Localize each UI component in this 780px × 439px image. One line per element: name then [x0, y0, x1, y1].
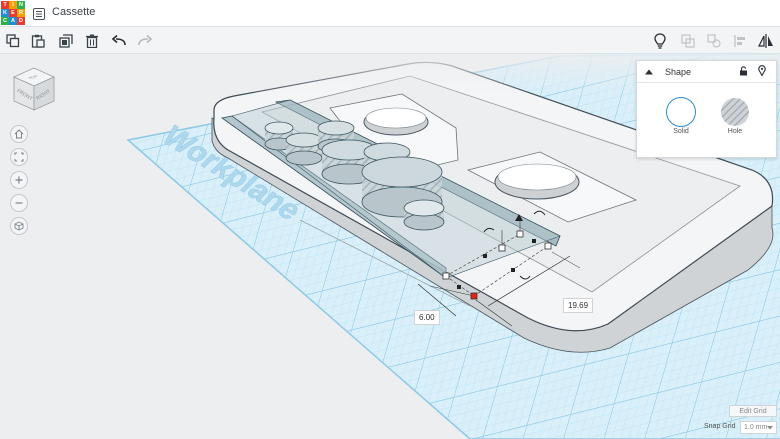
logo-letter: R	[17, 9, 25, 17]
top-bar: TINKERCAD Cassette	[0, 0, 780, 27]
edit-grid-button[interactable]: Edit Grid	[729, 405, 777, 417]
hole-cylinder[interactable]	[285, 132, 323, 166]
tinkercad-logo[interactable]: TINKERCAD	[1, 1, 26, 26]
hole-option[interactable]	[720, 97, 750, 127]
snap-grid-label: Snap Grid	[704, 423, 736, 430]
logo-letter: N	[17, 1, 25, 9]
hole-pattern-icon	[721, 98, 749, 126]
shape-panel-title: Shape	[665, 67, 692, 77]
mirror-icon[interactable]	[756, 31, 776, 50]
width-dimension-label[interactable]: 6.00	[414, 310, 440, 325]
resize-handle[interactable]	[544, 242, 552, 250]
group-icon[interactable]	[678, 31, 698, 50]
midpoint-handle[interactable]	[511, 268, 515, 272]
logo-letter: I	[9, 1, 17, 9]
snap-grid-value: 1.0 mm	[744, 424, 768, 431]
delete-icon[interactable]	[82, 31, 102, 50]
logo-letter: C	[1, 17, 9, 25]
edit-toolbar	[0, 27, 780, 54]
ungroup-icon[interactable]	[704, 31, 724, 50]
hole-cylinder[interactable]	[403, 199, 445, 231]
lock-icon[interactable]	[739, 66, 748, 76]
resize-handle-active[interactable]	[470, 292, 478, 300]
collapse-caret-icon[interactable]	[644, 68, 654, 76]
logo-letter: T	[1, 1, 9, 9]
copy-icon[interactable]	[3, 31, 23, 50]
shape-inspector-panel: Shape Solid Hole	[636, 60, 777, 158]
light-bulb-icon[interactable]	[650, 31, 670, 50]
align-icon[interactable]	[730, 31, 750, 50]
paste-icon[interactable]	[28, 31, 48, 50]
zoom-in-icon[interactable]	[10, 171, 28, 189]
logo-letter: K	[1, 9, 9, 17]
snap-grid-select[interactable]: 1.0 mm	[740, 421, 777, 434]
solid-label: Solid	[673, 128, 689, 135]
resize-handle[interactable]	[516, 230, 524, 238]
solid-option[interactable]	[666, 97, 696, 127]
home-view-icon[interactable]	[10, 125, 28, 143]
midpoint-handle[interactable]	[532, 239, 536, 243]
design-list-icon[interactable]	[33, 7, 45, 20]
redo-icon[interactable]	[135, 31, 155, 50]
view-cube[interactable]: TOP FRONT RIGHT	[10, 66, 58, 114]
project-title[interactable]: Cassette	[52, 6, 95, 18]
light-pin-icon[interactable]	[758, 65, 766, 76]
length-dimension-label[interactable]: 19.69	[563, 298, 594, 313]
logo-letter: A	[9, 17, 17, 25]
hole-label: Hole	[727, 128, 743, 135]
logo-letter: D	[17, 17, 25, 25]
resize-handle[interactable]	[442, 272, 450, 280]
chevron-down-icon	[767, 426, 773, 430]
midpoint-handle[interactable]	[483, 254, 487, 258]
resize-handle[interactable]	[498, 244, 506, 252]
duplicate-icon[interactable]	[56, 31, 76, 50]
midpoint-handle[interactable]	[457, 285, 461, 289]
zoom-out-icon[interactable]	[10, 194, 28, 212]
perspective-icon[interactable]	[10, 217, 28, 235]
logo-letter: E	[9, 9, 17, 17]
undo-icon[interactable]	[109, 31, 129, 50]
shape-panel-header: Shape	[637, 61, 776, 83]
fit-view-icon[interactable]	[10, 148, 28, 166]
